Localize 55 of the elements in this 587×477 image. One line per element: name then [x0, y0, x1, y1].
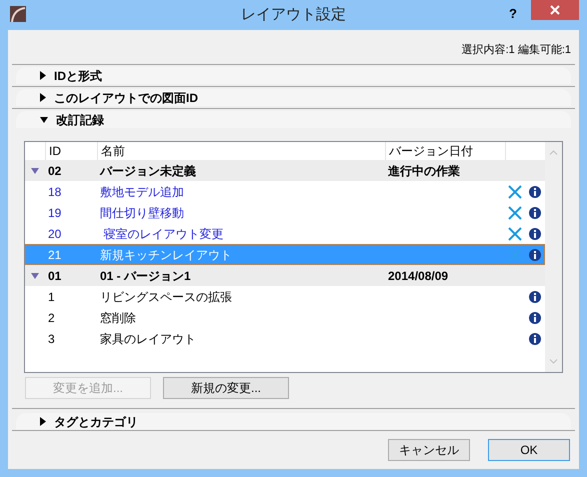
- close-icon: [550, 5, 560, 15]
- version-group-row[interactable]: 02 バージョン未定義 進行中の作業: [25, 160, 545, 181]
- delete-x-icon[interactable]: [508, 184, 522, 198]
- revision-row[interactable]: 18 敷地モデル追加: [25, 181, 545, 202]
- section-header[interactable]: 改訂記録: [56, 114, 104, 126]
- revision-name: 家具のレイアウト: [99, 330, 197, 348]
- revision-id: 3: [47, 330, 56, 348]
- delete-x-icon[interactable]: [508, 226, 522, 240]
- revision-name: 寝室のレイアウト変更: [102, 226, 224, 242]
- revision-row[interactable]: 1 リビングスペースの拡張: [25, 286, 545, 307]
- new-change-button[interactable]: 新規の変更...: [163, 377, 289, 399]
- version-name: 01 - バージョン1: [99, 268, 192, 284]
- revision-row[interactable]: 19 間仕切り壁移動: [25, 202, 545, 223]
- revision-row[interactable]: 2 窓削除: [25, 307, 545, 328]
- window-title: レイアウト設定: [241, 4, 346, 25]
- expand-arrow-icon[interactable]: [40, 417, 46, 426]
- revision-row[interactable]: 3 家具のレイアウト: [25, 328, 545, 349]
- app-logo-icon: [10, 6, 26, 22]
- revision-row[interactable]: 20 寝室のレイアウト変更: [25, 223, 545, 244]
- revision-id: 2: [47, 310, 56, 326]
- revision-name: 間仕切り壁移動: [99, 204, 185, 222]
- expand-arrow-icon[interactable]: [40, 71, 46, 80]
- version-id: 02: [47, 162, 62, 180]
- close-button[interactable]: [531, 0, 579, 20]
- selection-info: 選択内容:1 編集可能:1: [462, 42, 571, 58]
- revision-id: 20: [47, 226, 62, 242]
- section-header[interactable]: IDと形式: [54, 70, 102, 82]
- version-id: 01: [47, 268, 62, 284]
- section-header[interactable]: このレイアウトでの図面ID: [54, 92, 198, 104]
- help-button[interactable]: ?: [509, 4, 517, 24]
- collapse-arrow-icon[interactable]: [40, 116, 48, 122]
- revision-name: 新規キッチンレイアウト: [99, 246, 233, 264]
- version-group-row[interactable]: 01 01 - バージョン1 2014/08/09: [25, 265, 545, 286]
- revision-name: リビングスペースの拡張: [99, 288, 233, 306]
- info-icon[interactable]: [529, 290, 541, 302]
- version-name: バージョン未定義: [98, 162, 197, 180]
- revision-name: 敷地モデル追加: [99, 184, 185, 200]
- revision-id: 21: [47, 246, 62, 264]
- info-icon[interactable]: [529, 186, 541, 198]
- delete-x-icon[interactable]: [508, 206, 522, 220]
- info-icon[interactable]: [529, 332, 541, 344]
- version-date: 2014/08/09: [387, 268, 448, 284]
- revision-id: 19: [47, 204, 62, 222]
- revision-id: 1: [47, 288, 56, 306]
- cancel-button[interactable]: キャンセル: [388, 439, 470, 461]
- info-icon[interactable]: [529, 248, 541, 260]
- ok-button[interactable]: OK: [488, 439, 570, 461]
- info-icon[interactable]: [529, 312, 541, 324]
- info-icon[interactable]: [529, 228, 541, 240]
- revision-name: 窓削除: [99, 310, 137, 326]
- section-header[interactable]: タグとカテゴリ: [54, 416, 138, 428]
- version-date: 進行中の作業: [387, 162, 460, 180]
- revision-id: 18: [47, 184, 62, 200]
- info-icon[interactable]: [529, 206, 541, 218]
- expand-arrow-icon[interactable]: [40, 93, 46, 102]
